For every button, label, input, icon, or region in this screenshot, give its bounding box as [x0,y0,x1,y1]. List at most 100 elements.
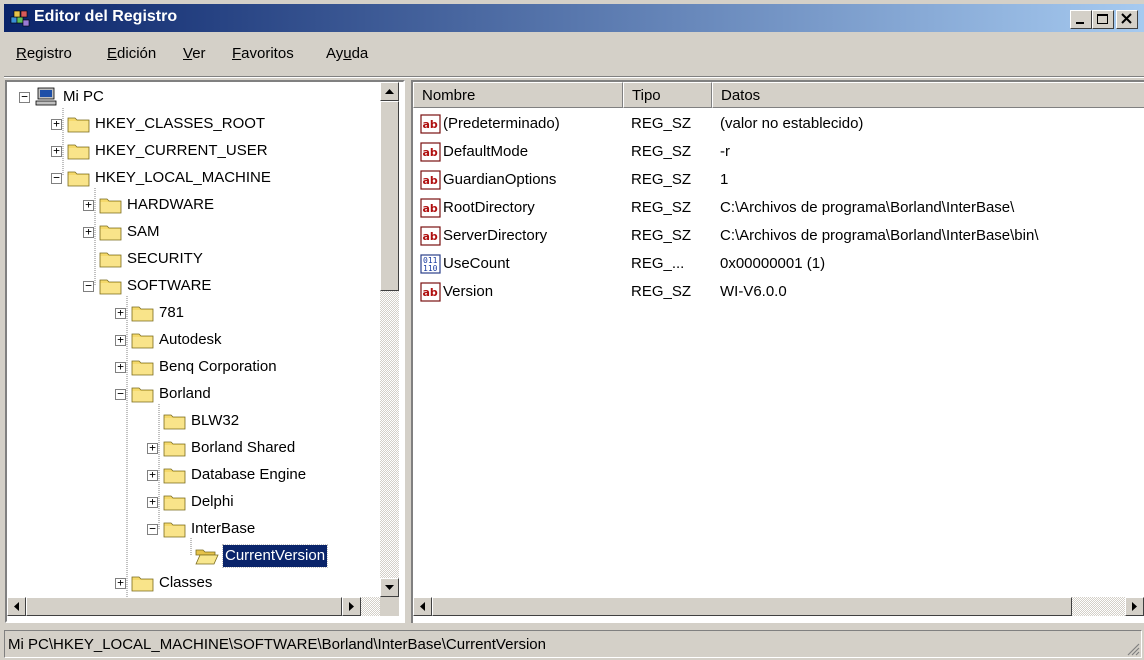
list-row[interactable]: ab ServerDirectory REG_SZ C:\Archivos de pr… [413,222,1144,250]
menu-favoritos[interactable]: Favoritos [232,45,294,62]
tree-node[interactable]: − SOFTWARE [7,273,380,299]
folder-icon [99,198,122,214]
menu-ver[interactable]: Ver [183,45,206,62]
menu-edicion[interactable]: Edición [107,45,156,62]
regedit-window: Editor del Registro Registro Edición Ver… [0,0,1144,660]
collapse-icon[interactable]: − [115,387,126,400]
string-value-icon: ab [420,282,441,302]
collapse-icon[interactable]: − [83,279,94,292]
tree-node[interactable]: + HKEY_CURRENT_USER [7,138,380,164]
tree-node-label: Benq Corporation [159,358,277,375]
expand-icon[interactable]: + [115,576,126,589]
value-name: GuardianOptions [443,171,557,188]
menu-registro[interactable]: Registro [16,45,72,62]
arrow-up-icon [385,89,394,94]
tree-node[interactable]: + SAM [7,219,380,245]
list-row[interactable]: ab DefaultMode REG_SZ -r [413,138,1144,166]
list-row[interactable]: ab (Predeterminado) REG_SZ (valor no establ… [413,110,1144,138]
tree-node[interactable]: − Borland [7,381,380,407]
arrow-left-icon [420,602,425,611]
folder-icon [131,360,154,376]
list-scroll-left-button[interactable] [413,597,432,616]
list-row[interactable]: 011 110 UseCount REG_... 0x00000001 (1) [413,250,1144,278]
tree-scroll-right-button[interactable] [342,597,361,616]
tree-node[interactable]: CurrentVersion [7,543,380,569]
expand-icon[interactable]: + [147,495,158,508]
expand-icon[interactable]: + [115,333,126,346]
tree-node[interactable]: SECURITY [7,246,380,272]
list-horizontal-scrollbar[interactable] [413,597,1144,616]
expand-icon[interactable]: + [147,441,158,454]
tree-node-label: SAM [127,223,160,240]
expander-glyph: + [149,495,156,508]
list-row[interactable]: ab Version REG_SZ WI-V6.0.0 [413,278,1144,306]
open-folder-icon [195,549,219,565]
tree-vertical-scrollbar[interactable] [380,82,399,597]
minimize-icon [1076,22,1084,24]
expand-icon[interactable]: + [51,117,62,130]
column-header-tipo[interactable]: Tipo [623,82,712,108]
expander-glyph: + [149,468,156,481]
tree-node[interactable]: + Autodesk [7,327,380,353]
expand-icon[interactable]: + [51,144,62,157]
list-hscroll-thumb[interactable] [432,597,1072,616]
list-row[interactable]: ab RootDirectory REG_SZ C:\Archivos de prog… [413,194,1144,222]
tree-node-label: Database Engine [191,466,307,483]
tree-node[interactable]: − Mi PC [7,84,380,110]
value-name: UseCount [443,255,510,272]
tree-node[interactable]: + Delphi [7,489,380,515]
tree-horizontal-scrollbar[interactable] [7,597,380,616]
key-tree: − Mi PC + HKEY_CLASSES_ROOT + HKEY_CURRENT_US… [7,82,380,597]
tree-node[interactable]: − HKEY_LOCAL_MACHINE [7,165,380,191]
close-button[interactable] [1116,10,1138,29]
menu-label-rest: avoritos [241,45,294,62]
tree-node[interactable]: + Benq Corporation [7,354,380,380]
title-bar[interactable]: Editor del Registro [4,4,1144,32]
key-tree-pane[interactable]: − Mi PC + HKEY_CLASSES_ROOT + HKEY_CURRENT_US… [5,80,405,623]
tree-node[interactable]: +781 [7,300,380,326]
expander-glyph: + [85,198,92,211]
list-row[interactable]: ab GuardianOptions REG_SZ 1 [413,166,1144,194]
maximize-icon [1097,14,1108,24]
expand-icon[interactable]: + [83,198,94,211]
tree-node-label: Mi PC [63,88,104,105]
tree-node[interactable]: + Borland Shared [7,435,380,461]
string-value-icon: ab [420,142,441,162]
column-header-nombre[interactable]: Nombre [413,82,623,108]
column-header-label: Nombre [422,87,476,104]
list-scroll-right-button[interactable] [1125,597,1144,616]
tree-scroll-up-button[interactable] [380,82,399,101]
tree-hscroll-thumb[interactable] [26,597,342,616]
tree-scroll-thumb[interactable] [380,101,399,291]
collapse-icon[interactable]: − [147,522,158,535]
tree-node[interactable]: + HKEY_CLASSES_ROOT [7,111,380,137]
status-path: Mi PC\HKEY_LOCAL_MACHINE\SOFTWARE\Borlan… [8,636,546,653]
values-list-pane[interactable]: Nombre Tipo Datos ab (Predeterminado) REG_… [411,80,1144,623]
svg-text:ab: ab [423,118,438,131]
tree-node[interactable]: + Classes [7,570,380,596]
collapse-icon[interactable]: − [51,171,62,184]
value-type: REG_SZ [631,227,692,244]
tree-node[interactable]: BLW32 [7,408,380,434]
expander-glyph: + [117,360,124,373]
computer-icon [35,87,57,106]
collapse-icon[interactable]: − [19,90,30,103]
tree-scroll-down-button[interactable] [380,578,399,597]
expand-icon[interactable]: + [115,360,126,373]
value-name: (Predeterminado) [443,115,560,132]
resize-grip-icon[interactable] [1126,642,1140,656]
tree-node-label: SECURITY [127,250,203,267]
tree-scroll-left-button[interactable] [7,597,26,616]
value-type: REG_SZ [631,115,692,132]
tree-node[interactable]: + Database Engine [7,462,380,488]
menu-ayuda[interactable]: Ayuda [326,45,368,62]
tree-node[interactable]: − InterBase [7,516,380,542]
minimize-button[interactable] [1070,10,1092,29]
folder-icon [99,252,122,268]
column-header-datos[interactable]: Datos [712,82,1144,108]
maximize-button[interactable] [1092,10,1114,29]
expand-icon[interactable]: + [83,225,94,238]
expand-icon[interactable]: + [147,468,158,481]
tree-node[interactable]: + HARDWARE [7,192,380,218]
expand-icon[interactable]: + [115,306,126,319]
